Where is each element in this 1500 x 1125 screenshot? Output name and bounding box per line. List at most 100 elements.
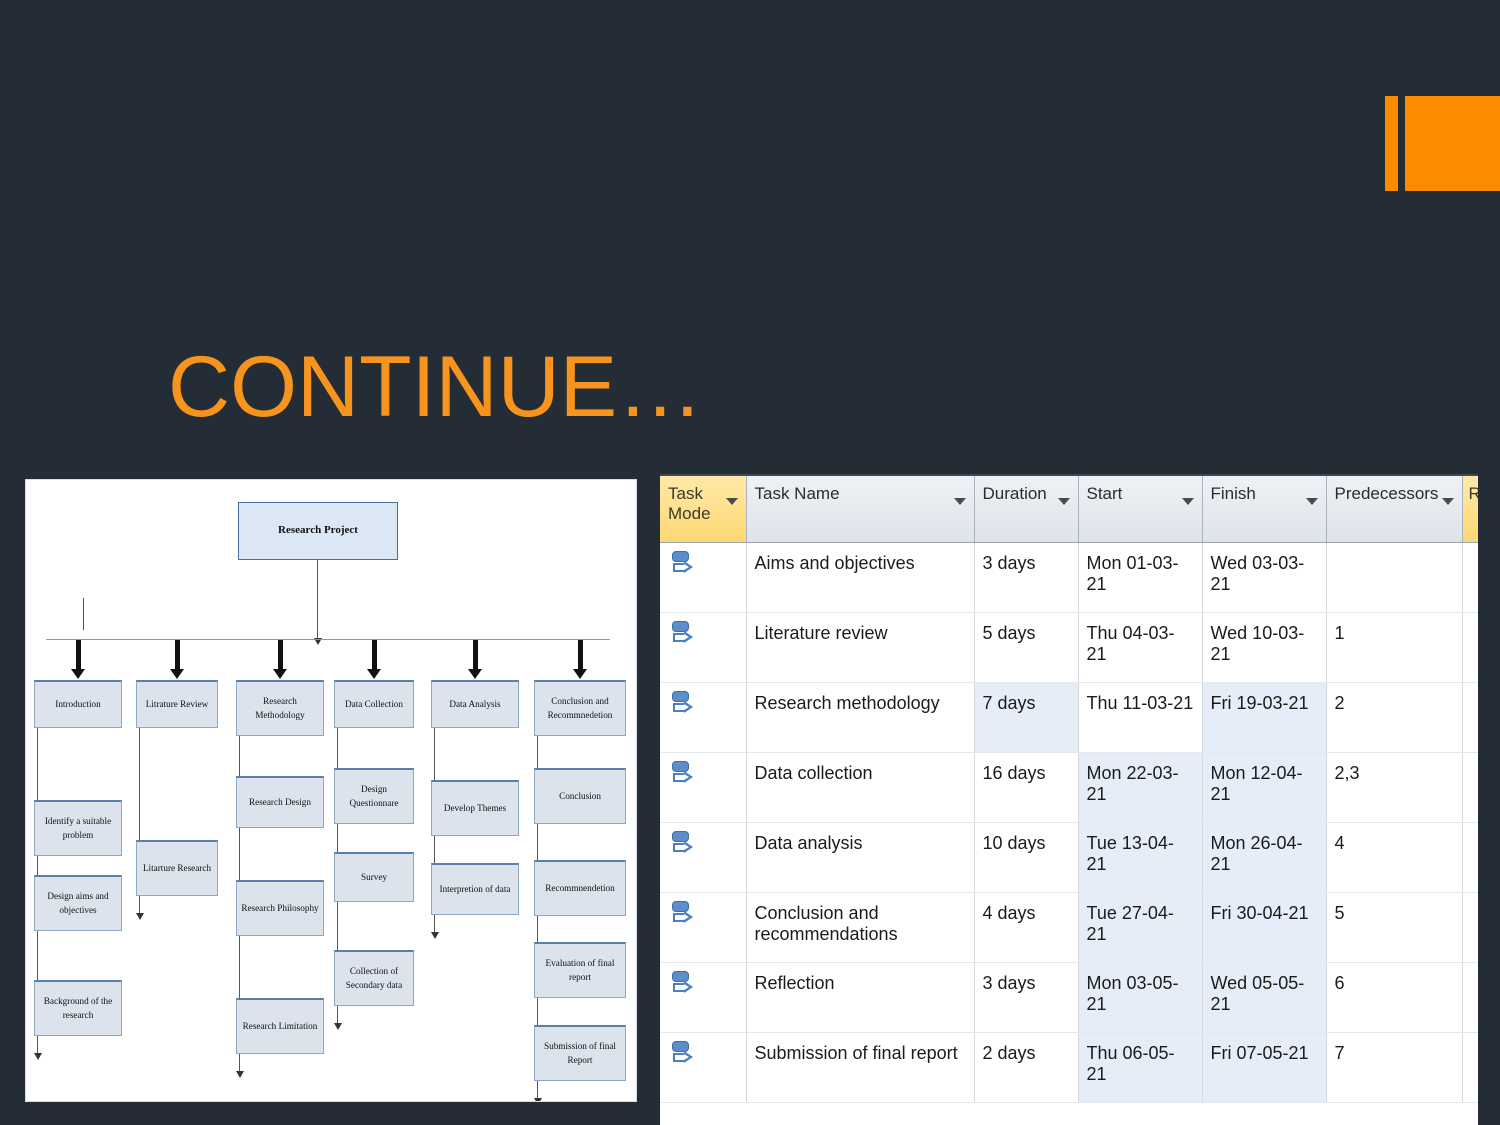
cell-resource-names[interactable] [1462,822,1478,893]
cell-start[interactable]: Tue 27-04-21 [1078,892,1203,963]
cell-predecessors[interactable]: 5 [1326,892,1463,963]
manually-scheduled-icon[interactable] [670,970,696,1001]
manually-scheduled-icon[interactable] [670,690,696,721]
cell-task-mode[interactable] [660,892,747,963]
table-row[interactable]: Data analysis 10 days Tue 13-04-21 Mon 26-0… [660,822,1478,893]
chevron-down-icon[interactable] [1305,498,1318,505]
cell-task-mode[interactable] [660,752,747,823]
cell-task-name[interactable]: Data analysis [746,822,975,893]
cell-finish[interactable]: Wed 03-03-21 [1202,542,1327,613]
cell-finish[interactable]: Fri 07-05-21 [1202,1032,1327,1103]
cell-start[interactable]: Tue 13-04-21 [1078,822,1203,893]
cell-resource-names[interactable] [1462,542,1478,613]
cell-resource-names[interactable] [1462,892,1478,963]
flow-node-root: Research Project [238,502,398,560]
cell-task-mode[interactable] [660,962,747,1033]
flow-node-child: Conclusion [534,768,626,824]
cell-resource-names[interactable] [1462,1032,1478,1103]
table-row[interactable]: Aims and objectives 3 days Mon 01-03-21 Wed… [660,542,1478,613]
cell-task-name[interactable]: Reflection [746,962,975,1033]
cell-task-mode[interactable] [660,682,747,753]
project-task-grid[interactable]: Task Mode Task Name Duration Start Finish Pre… [660,474,1478,1125]
orange-block-icon [1405,96,1500,191]
flow-node-child: Design Questionnare [334,768,414,824]
column-header-finish[interactable]: Finish [1202,476,1327,543]
cell-finish[interactable]: Mon 26-04-21 [1202,822,1327,893]
cell-predecessors[interactable]: 6 [1326,962,1463,1033]
table-row[interactable]: Conclusion and recommendations 4 days Tue … [660,892,1478,963]
column-header-task-mode[interactable]: Task Mode [660,476,747,543]
cell-finish[interactable]: Wed 10-03-21 [1202,612,1327,683]
column-header-start[interactable]: Start [1078,476,1203,543]
column-header-task-name[interactable]: Task Name [746,476,975,543]
flow-bus-line [46,639,610,640]
table-row[interactable]: Data collection 16 days Mon 22-03-21 Mon 12… [660,752,1478,823]
chevron-down-icon[interactable] [1181,498,1194,505]
cell-duration[interactable]: 4 days [974,892,1079,963]
column-header-label: Finish [1210,484,1256,503]
cell-duration[interactable]: 16 days [974,752,1079,823]
cell-predecessors[interactable]: 2,3 [1326,752,1463,823]
cell-resource-names[interactable] [1462,682,1478,753]
cell-predecessors[interactable]: 4 [1326,822,1463,893]
cell-start[interactable]: Mon 01-03-21 [1078,542,1203,613]
flow-arrow-down [577,640,583,670]
cell-finish[interactable]: Fri 19-03-21 [1202,682,1327,753]
cell-duration[interactable]: 5 days [974,612,1079,683]
table-row[interactable]: Literature review 5 days Thu 04-03-21 Wed 1… [660,612,1478,683]
cell-duration[interactable]: 3 days [974,542,1079,613]
manually-scheduled-icon[interactable] [670,1040,696,1071]
flow-node-child: Develop Themes [431,780,519,836]
chevron-down-icon[interactable] [725,498,738,505]
cell-task-name[interactable]: Data collection [746,752,975,823]
column-header-predecessors[interactable]: Predecessors [1326,476,1463,543]
cell-task-name[interactable]: Submission of final report [746,1032,975,1103]
cell-resource-names[interactable] [1462,752,1478,823]
cell-start[interactable]: Mon 03-05-21 [1078,962,1203,1033]
chevron-down-icon[interactable] [1057,498,1070,505]
flow-arrow-down [75,640,81,670]
cell-predecessors[interactable]: 7 [1326,1032,1463,1103]
cell-task-mode[interactable] [660,1032,747,1103]
cell-task-name[interactable]: Aims and objectives [746,542,975,613]
cell-resource-names[interactable] [1462,962,1478,1033]
cell-start[interactable]: Thu 11-03-21 [1078,682,1203,753]
cell-task-name[interactable]: Conclusion and recommendations [746,892,975,963]
manually-scheduled-icon[interactable] [670,830,696,861]
cell-duration[interactable]: 7 days [974,682,1079,753]
cell-task-mode[interactable] [660,612,747,683]
table-row[interactable]: Submission of final report 2 days Thu 06-0… [660,1032,1478,1103]
cell-predecessors[interactable] [1326,542,1463,613]
cell-finish[interactable]: Wed 05-05-21 [1202,962,1327,1033]
cell-predecessors[interactable]: 1 [1326,612,1463,683]
cell-finish[interactable]: Fri 30-04-21 [1202,892,1327,963]
cell-duration[interactable]: 2 days [974,1032,1079,1103]
manually-scheduled-icon[interactable] [670,900,696,931]
column-header-label: Task Name [754,484,840,503]
manually-scheduled-icon[interactable] [670,760,696,791]
cell-task-mode[interactable] [660,822,747,893]
cell-predecessors[interactable]: 2 [1326,682,1463,753]
cell-task-name[interactable]: Research methodology [746,682,975,753]
page-title: CONTINUE… [168,339,704,435]
column-header-r[interactable]: R [1462,476,1478,543]
column-header-label: Start [1086,484,1123,503]
manually-scheduled-icon[interactable] [670,620,696,651]
manually-scheduled-icon[interactable] [670,550,696,581]
cell-resource-names[interactable] [1462,612,1478,683]
table-row[interactable]: Reflection 3 days Mon 03-05-21 Wed 05-05-21… [660,962,1478,1033]
table-row[interactable]: Research methodology 7 days Thu 11-03-21 Fr… [660,682,1478,753]
chevron-down-icon[interactable] [1441,498,1454,505]
column-header-duration[interactable]: Duration [974,476,1079,543]
flow-node-child: Identify a suitable problem [34,800,122,856]
cell-finish[interactable]: Mon 12-04-21 [1202,752,1327,823]
column-header-label: Duration [982,484,1047,503]
cell-start[interactable]: Mon 22-03-21 [1078,752,1203,823]
cell-start[interactable]: Thu 06-05-21 [1078,1032,1203,1103]
cell-duration[interactable]: 10 days [974,822,1079,893]
cell-start[interactable]: Thu 04-03-21 [1078,612,1203,683]
chevron-down-icon[interactable] [953,498,966,505]
cell-task-name[interactable]: Literature review [746,612,975,683]
cell-duration[interactable]: 3 days [974,962,1079,1033]
cell-task-mode[interactable] [660,542,747,613]
